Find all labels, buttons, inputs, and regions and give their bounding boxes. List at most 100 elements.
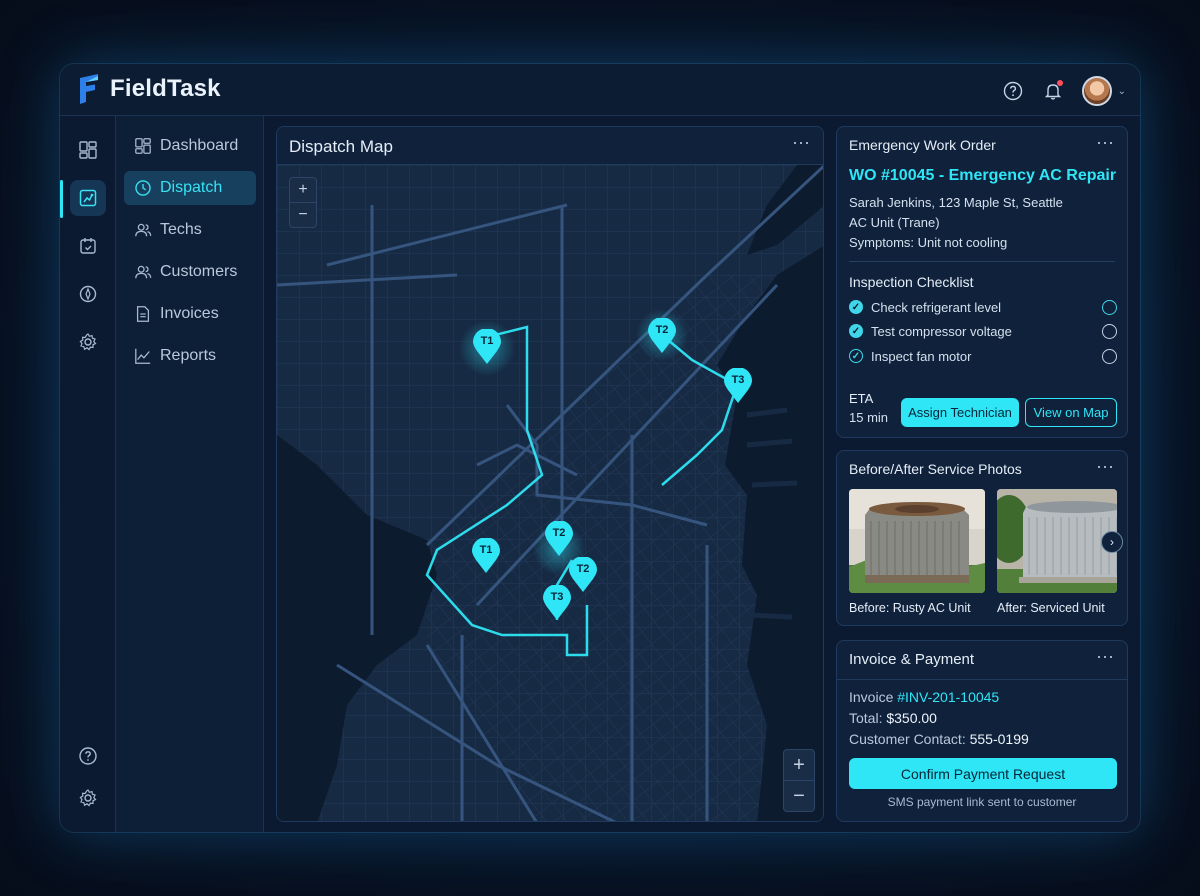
zoom-out-button[interactable]: − [290, 203, 316, 227]
chevron-down-icon[interactable]: ⌄ [1118, 86, 1126, 97]
status-radio[interactable] [1102, 323, 1117, 339]
tech-marker[interactable]: T2 [648, 317, 676, 359]
dispatch-map-panel: Dispatch Map ⋯ + − + − T1 T2 T3 T1 T2 T2… [276, 126, 824, 822]
header-actions: ⌄ [1002, 76, 1126, 106]
tech-marker[interactable]: T1 [472, 537, 500, 579]
rail-active-indicator [60, 180, 63, 218]
checklist-item-label: Check refrigerant level [871, 299, 1002, 315]
tech-marker[interactable]: T2 [569, 556, 597, 598]
invoice-title: Invoice & Payment [849, 651, 975, 668]
clock-icon [135, 180, 151, 196]
total-row: Total: $350.00 [849, 710, 937, 726]
customer-address: Sarah Jenkins, 123 Maple St, Seattle [849, 195, 1063, 210]
more-options-icon[interactable]: ⋯ [792, 133, 811, 154]
tech-marker[interactable]: T1 [473, 328, 501, 370]
app-window: FieldTask ⌄ Dashboard Dispatch Techs Cus… [60, 64, 1140, 832]
photos-title: Before/After Service Photos [849, 461, 1022, 477]
more-options-icon[interactable]: ⋯ [1096, 457, 1115, 478]
help-circle-icon[interactable] [1002, 80, 1024, 102]
check-icon: ✓ [849, 324, 863, 338]
assign-technician-button[interactable]: Assign Technician [901, 398, 1019, 427]
contact-value: 555-0199 [969, 731, 1029, 747]
sidebar-item-label: Reports [160, 347, 217, 364]
sidebar-item-dashboard[interactable]: Dashboard [124, 129, 256, 163]
total-value: $350.00 [886, 710, 937, 726]
fieldtask-logo-icon [80, 74, 98, 104]
ac-unit-before-image [849, 489, 985, 593]
after-photo[interactable] [997, 489, 1117, 593]
checklist-item[interactable]: ✓ Check refrigerant level [849, 297, 1117, 317]
status-radio[interactable] [1102, 348, 1117, 364]
dashboard-icon [135, 138, 151, 154]
marker-label: T2 [655, 324, 669, 336]
checklist-item[interactable]: ✓ Test compressor voltage [849, 321, 1117, 341]
marker-label: T3 [731, 374, 745, 386]
service-photos-panel: Before/After Service Photos ⋯ › Before: … [836, 450, 1128, 626]
user-avatar[interactable] [1081, 76, 1112, 106]
invoice-number-row: Invoice #INV-201-10045 [849, 689, 999, 705]
marker-label: T1 [479, 544, 493, 556]
check-outline-icon: ✓ [849, 349, 863, 363]
rail-dispatch-icon[interactable] [70, 180, 106, 216]
ac-unit-after-image [997, 489, 1117, 593]
map-header: Dispatch Map ⋯ [277, 127, 823, 165]
rail-gear-icon[interactable] [70, 780, 106, 816]
eta-label: ETA [849, 391, 874, 406]
total-label: Total: [849, 710, 887, 726]
app-logo[interactable]: FieldTask [78, 74, 221, 104]
top-bar: FieldTask ⌄ [60, 64, 1140, 116]
map-canvas[interactable]: + − + − T1 T2 T3 T1 T2 T2 T3 [277, 164, 823, 821]
check-icon: ✓ [849, 300, 863, 314]
symptoms-text: Symptoms: Unit not cooling [849, 235, 1008, 250]
tech-marker[interactable]: T2 [545, 520, 573, 562]
before-photo[interactable] [849, 489, 985, 593]
map-title: Dispatch Map [289, 137, 393, 156]
more-options-icon[interactable]: ⋯ [1096, 647, 1115, 668]
document-icon [136, 306, 150, 322]
invoice-panel: Invoice & Payment ⋯ Invoice #INV-201-100… [836, 640, 1128, 822]
zoom-in-button[interactable]: + [290, 178, 316, 202]
contact-label: Customer Contact: [849, 731, 970, 747]
rail-compass-icon[interactable] [70, 276, 106, 312]
sidebar-item-label: Invoices [160, 305, 219, 322]
work-order-title[interactable]: WO #10045 - Emergency AC Repair [849, 167, 1116, 185]
invoice-id-link[interactable]: #INV-201-10045 [897, 689, 999, 705]
confirm-payment-button[interactable]: Confirm Payment Request [849, 758, 1117, 789]
divider [849, 261, 1115, 262]
sidebar-nav: Dashboard Dispatch Techs Customers Invoi… [116, 116, 264, 832]
contact-row: Customer Contact: 555-0199 [849, 731, 1029, 747]
checklist-item-label: Test compressor voltage [871, 323, 1012, 339]
sidebar-item-customers[interactable]: Customers [124, 255, 256, 289]
checklist-item[interactable]: ✓ Inspect fan motor [849, 346, 1117, 366]
checklist-title: Inspection Checklist [849, 274, 974, 290]
sidebar-item-label: Dashboard [160, 137, 239, 154]
sidebar-item-dispatch[interactable]: Dispatch [124, 171, 256, 205]
sidebar-item-techs[interactable]: Techs [124, 213, 256, 247]
users-icon [135, 223, 152, 237]
invoice-label: Invoice [849, 689, 898, 705]
bell-icon[interactable] [1042, 80, 1064, 102]
work-order-header: Emergency Work Order [849, 137, 996, 153]
zoom-out-button[interactable]: − [784, 781, 814, 811]
sidebar-item-label: Techs [160, 221, 202, 238]
more-options-icon[interactable]: ⋯ [1096, 133, 1115, 154]
tech-marker[interactable]: T3 [543, 584, 571, 626]
sms-note: SMS payment link sent to customer [887, 795, 1077, 809]
marker-label: T2 [552, 527, 566, 539]
sidebar-item-label: Customers [160, 263, 238, 280]
status-radio[interactable] [1102, 299, 1117, 315]
next-photo-button[interactable]: › [1101, 531, 1123, 553]
sidebar-item-reports[interactable]: Reports [124, 339, 256, 373]
rail-help-icon[interactable] [70, 738, 106, 774]
zoom-in-button[interactable]: + [784, 750, 814, 780]
app-name: FieldTask [110, 75, 221, 102]
rail-settings-icon[interactable] [70, 324, 106, 360]
rail-dashboard-icon[interactable] [70, 132, 106, 168]
rail-calendar-icon[interactable] [70, 228, 106, 264]
sidebar-item-invoices[interactable]: Invoices [124, 297, 256, 331]
work-order-panel: Emergency Work Order ⋯ WO #10045 - Emerg… [836, 126, 1128, 438]
tech-marker[interactable]: T3 [724, 367, 752, 409]
view-on-map-button[interactable]: View on Map [1025, 398, 1117, 427]
checklist-item-label: Inspect fan motor [871, 348, 972, 364]
map-svg [277, 164, 823, 821]
